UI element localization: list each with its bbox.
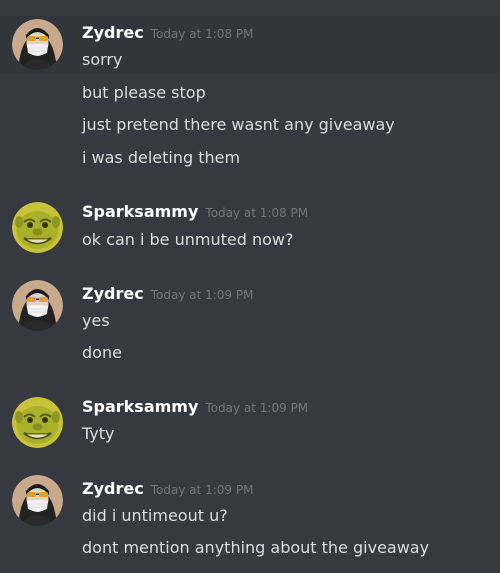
username[interactable]: Sparksammy (82, 202, 198, 221)
timestamp: Today at 1:08 PM (205, 206, 309, 220)
zydrec-avatar[interactable] (12, 19, 63, 70)
timestamp: Today at 1:09 PM (150, 288, 254, 302)
message-text: ok can i be unmuted now? (82, 230, 294, 249)
timestamp: Today at 1:09 PM (205, 401, 309, 415)
message-text: did i untimeout u? (82, 506, 228, 525)
message-text: yes (82, 311, 110, 330)
message-text: Tyty (82, 424, 115, 443)
masked-person-avatar-icon (12, 19, 63, 70)
message-text: done (82, 343, 122, 362)
message-text: i was deleting them (82, 148, 241, 167)
username[interactable]: Zydrec (82, 23, 144, 42)
masked-person-avatar-icon (12, 280, 63, 331)
message-text: just pretend there wasnt any giveaway (82, 115, 395, 134)
message-text: sorry (82, 50, 123, 69)
sparksammy-avatar[interactable] (12, 397, 63, 448)
message-text: dont mention anything about the giveaway (82, 538, 430, 557)
message-text: but please stop (82, 83, 206, 102)
username[interactable]: Zydrec (82, 479, 144, 498)
timestamp: Today at 1:09 PM (150, 483, 254, 497)
username[interactable]: Zydrec (82, 284, 144, 303)
sparksammy-avatar[interactable] (12, 202, 63, 253)
zydrec-avatar[interactable] (12, 280, 63, 331)
masked-person-avatar-icon (12, 475, 63, 526)
timestamp: Today at 1:08 PM (150, 27, 254, 41)
zydrec-avatar[interactable] (12, 475, 63, 526)
username[interactable]: Sparksammy (82, 397, 198, 416)
shrek-face-avatar-icon (12, 202, 63, 253)
shrek-face-avatar-icon (12, 397, 63, 448)
